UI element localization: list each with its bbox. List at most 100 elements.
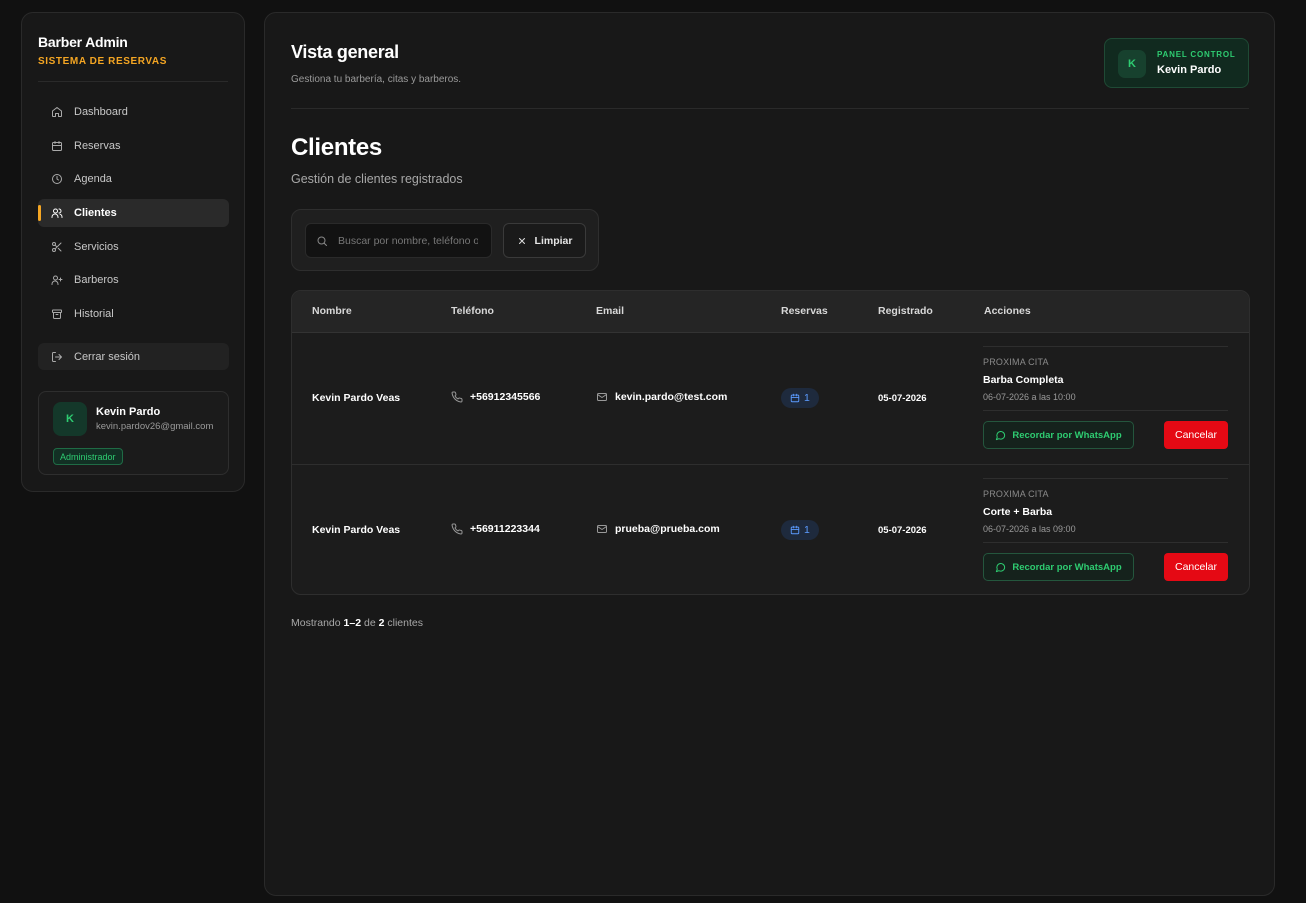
sidebar-item-dashboard[interactable]: Dashboard <box>38 98 229 126</box>
client-email: kevin.pardo@test.com <box>596 391 727 403</box>
cancel-button[interactable]: Cancelar <box>1164 421 1228 449</box>
user-plus-icon <box>51 274 63 286</box>
page-title: Vista general <box>291 42 399 62</box>
summary-of: de <box>363 617 376 629</box>
sidebar-item-agenda[interactable]: Agenda <box>38 165 229 193</box>
row-actions: PROXIMA CITA Barba Completa 06-07-2026 a… <box>983 346 1228 451</box>
sidebar-nav: Dashboard Reservas Agenda Clientes Servi… <box>38 98 229 334</box>
clients-table: Nombre Teléfono Email Reservas Registrad… <box>291 290 1250 595</box>
calendar-icon <box>51 140 63 152</box>
filter-box: Limpiar <box>291 209 599 271</box>
next-appointment-label: PROXIMA CITA <box>983 357 1049 367</box>
column-header-telefono: Teléfono <box>451 305 494 317</box>
table-row: Kevin Pardo Veas +56911223344 prueba@pru… <box>292 464 1249 594</box>
user-card: K Kevin Pardo kevin.pardov26@gmail.com A… <box>38 391 229 475</box>
brand-subtitle: SISTEMA DE RESERVAS <box>38 56 168 67</box>
column-header-nombre: Nombre <box>312 305 352 317</box>
calendar-icon <box>790 393 800 403</box>
summary-suffix: clientes <box>387 617 423 629</box>
summary-range: 1–2 <box>343 617 362 629</box>
section-title: Clientes <box>291 134 382 161</box>
cancel-button[interactable]: Cancelar <box>1164 553 1228 581</box>
column-header-reservas: Reservas <box>781 305 828 317</box>
sidebar-item-barberos[interactable]: Barberos <box>38 266 229 294</box>
sidebar-item-label: Agenda <box>74 173 112 186</box>
mail-icon <box>596 523 608 535</box>
divider <box>983 478 1228 479</box>
whatsapp-label: Recordar por WhatsApp <box>1012 561 1122 573</box>
table-row: Kevin Pardo Veas +56912345566 kevin.pard… <box>292 333 1249 464</box>
next-appointment-service: Corte + Barba <box>983 506 1053 518</box>
reservas-badge: 1 <box>781 388 819 408</box>
search-input[interactable] <box>338 234 478 247</box>
sidebar-item-label: Clientes <box>74 207 117 220</box>
clock-icon <box>51 173 63 185</box>
close-icon <box>517 236 527 246</box>
mail-icon <box>596 391 608 403</box>
action-buttons: Recordar por WhatsApp Cancelar <box>983 411 1228 451</box>
reservas-count: 1 <box>804 392 810 404</box>
logout-label: Cerrar sesión <box>74 350 141 363</box>
pagination-summary: Mostrando 1–2 de 2 clientes <box>291 617 423 629</box>
logout-icon <box>51 351 63 363</box>
whatsapp-reminder-button[interactable]: Recordar por WhatsApp <box>983 421 1134 449</box>
action-buttons: Recordar por WhatsApp Cancelar <box>983 543 1228 583</box>
brand-title: Barber Admin <box>38 34 128 50</box>
sidebar-item-historial[interactable]: Historial <box>38 300 229 328</box>
whatsapp-reminder-button[interactable]: Recordar por WhatsApp <box>983 553 1134 581</box>
phone-icon <box>451 391 463 403</box>
search-box <box>305 223 492 258</box>
sidebar-item-label: Reservas <box>74 139 121 152</box>
email-text: prueba@prueba.com <box>615 523 720 535</box>
user-name: Kevin Pardo <box>96 406 161 418</box>
registered-date: 05-07-2026 <box>878 393 927 404</box>
whatsapp-label: Recordar por WhatsApp <box>1012 429 1122 441</box>
sidebar-item-clientes[interactable]: Clientes <box>38 199 229 228</box>
table-header: Nombre Teléfono Email Reservas Registrad… <box>292 291 1249 333</box>
reservas-badge: 1 <box>781 520 819 540</box>
client-phone: +56911223344 <box>451 523 540 535</box>
clear-label: Limpiar <box>534 234 573 247</box>
message-circle-icon <box>995 562 1006 573</box>
users-icon <box>51 207 63 219</box>
panel-control-card: K PANEL CONTROL Kevin Pardo <box>1104 38 1249 88</box>
summary-prefix: Mostrando <box>291 617 341 629</box>
next-appointment-date: 06-07-2026 a las 10:00 <box>983 392 1076 402</box>
column-header-registrado: Registrado <box>878 305 933 317</box>
page-subtitle: Gestiona tu barbería, citas y barberos. <box>291 74 462 85</box>
role-badge: Administrador <box>53 448 123 465</box>
panel-control-name: Kevin Pardo <box>1157 64 1222 76</box>
header-divider <box>291 108 1249 109</box>
email-text: kevin.pardo@test.com <box>615 391 728 403</box>
phone-text: +56911223344 <box>470 523 540 535</box>
client-email: prueba@prueba.com <box>596 523 720 535</box>
registered-date: 05-07-2026 <box>878 525 927 536</box>
home-icon <box>51 106 63 118</box>
sidebar-item-reservas[interactable]: Reservas <box>38 132 229 160</box>
clear-button[interactable]: Limpiar <box>503 223 586 258</box>
client-name: Kevin Pardo Veas <box>312 524 401 536</box>
sidebar-item-servicios[interactable]: Servicios <box>38 233 229 261</box>
client-name: Kevin Pardo Veas <box>312 392 401 404</box>
avatar: K <box>53 402 87 436</box>
sidebar-divider <box>38 81 228 82</box>
scissors-icon <box>51 241 63 253</box>
archive-icon <box>51 308 63 320</box>
phone-icon <box>451 523 463 535</box>
avatar: K <box>1118 50 1146 78</box>
main-content: Vista general Gestiona tu barbería, cita… <box>264 12 1275 896</box>
message-circle-icon <box>995 430 1006 441</box>
logout-button[interactable]: Cerrar sesión <box>38 343 229 370</box>
search-icon <box>316 235 328 247</box>
sidebar-item-label: Servicios <box>74 240 119 253</box>
brand: Barber Admin SISTEMA DE RESERVAS <box>38 34 167 67</box>
user-email: kevin.pardov26@gmail.com <box>96 421 214 432</box>
summary-total: 2 <box>378 617 385 629</box>
sidebar-item-label: Dashboard <box>74 106 128 118</box>
sidebar-item-label: Barberos <box>74 274 119 287</box>
divider <box>983 346 1228 347</box>
sidebar-item-label: Historial <box>74 308 114 321</box>
reservas-count: 1 <box>804 524 810 536</box>
section-subtitle: Gestión de clientes registrados <box>291 172 463 186</box>
next-appointment-date: 06-07-2026 a las 09:00 <box>983 524 1076 534</box>
